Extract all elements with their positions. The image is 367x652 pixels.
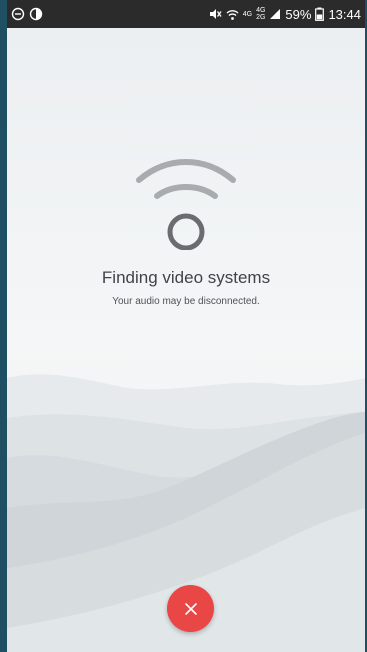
app-screen: 4G 4G 2G 59% 13:44 Finding video systems bbox=[0, 0, 367, 652]
network-bottom-label: 2G bbox=[256, 14, 266, 21]
do-not-disturb-icon bbox=[11, 7, 25, 21]
status-bar-right: 4G 4G 2G 59% 13:44 bbox=[208, 7, 361, 22]
network-top-label: 4G bbox=[256, 7, 266, 14]
network-type-label: 4G bbox=[242, 10, 253, 18]
clock: 13:44 bbox=[328, 6, 361, 22]
wifi-icon bbox=[226, 9, 239, 20]
battery-percent: 59% bbox=[285, 6, 312, 22]
battery-icon bbox=[315, 7, 325, 21]
status-bar-left bbox=[11, 7, 43, 21]
cancel-button[interactable] bbox=[167, 585, 214, 632]
theme-icon bbox=[29, 7, 43, 21]
signal-icon bbox=[270, 9, 281, 19]
mountain-background bbox=[7, 28, 365, 652]
status-message: Your audio may be disconnected. bbox=[112, 296, 260, 307]
status-bar: 4G 4G 2G 59% 13:44 bbox=[7, 0, 365, 28]
searching-wifi-icon bbox=[136, 159, 236, 250]
network-stack: 4G 2G bbox=[256, 7, 265, 21]
search-status: Finding video systems Your audio may be … bbox=[7, 150, 365, 307]
page-title: Finding video systems bbox=[101, 268, 271, 287]
frame-edge-left bbox=[0, 0, 7, 652]
mute-icon bbox=[209, 9, 222, 19]
close-icon bbox=[184, 602, 197, 615]
